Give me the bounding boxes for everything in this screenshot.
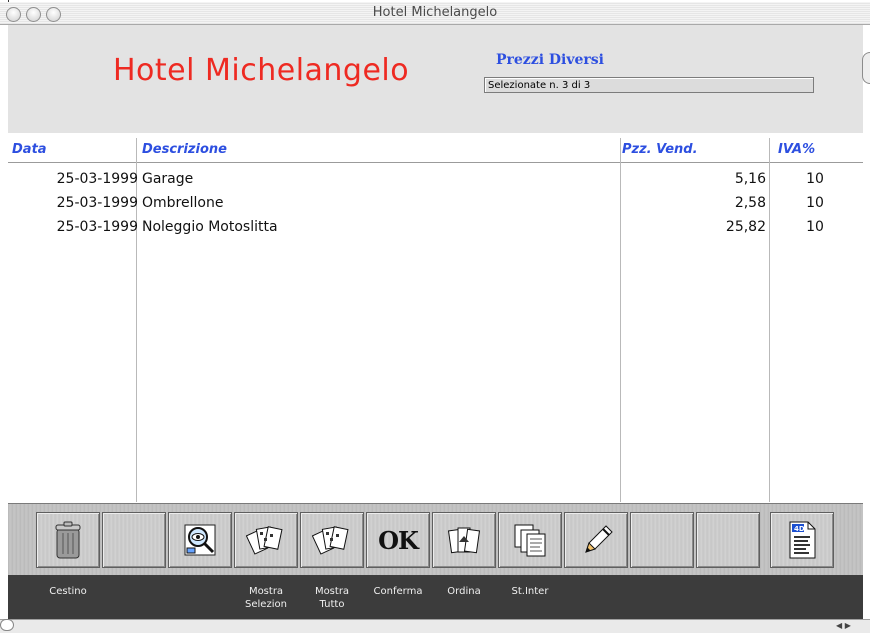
scroll-right-icon[interactable]: ▶ xyxy=(845,621,851,630)
show-selection-button[interactable] xyxy=(168,512,232,568)
label-mostra-tutto: Mostra Tutto xyxy=(300,585,364,611)
cell-prezzo: 25,82 xyxy=(725,219,766,235)
cell-iva: 10 xyxy=(806,219,824,235)
cards-stack-icon xyxy=(312,526,349,555)
show-all-button[interactable] xyxy=(300,512,364,568)
cell-data: 25-03-1999 xyxy=(56,219,138,235)
show-all-selection-button[interactable] xyxy=(234,512,298,568)
label-cestino: Cestino xyxy=(49,586,87,597)
sort-button[interactable] xyxy=(432,512,496,568)
print-pages-icon xyxy=(514,524,546,557)
side-tab-handle[interactable] xyxy=(862,52,870,84)
column-header-data[interactable]: Data xyxy=(12,142,47,157)
search-eye-icon xyxy=(184,524,216,556)
form-header: Hotel Michelangelo Prezzi Diversi Selezi… xyxy=(8,25,863,133)
edit-button[interactable] xyxy=(564,512,628,568)
trash-icon xyxy=(55,521,81,559)
empty-toolbar-slot xyxy=(102,512,166,568)
cell-prezzo: 2,58 xyxy=(734,195,766,211)
scroll-arrows[interactable]: ◀ ▶ xyxy=(836,621,866,631)
table-row[interactable]: 25-03-1999 Noleggio Motoslitta 25,82 10 xyxy=(8,219,863,241)
svg-text:4D: 4D xyxy=(794,525,805,533)
label-mostra-selezion: Mostra Selezion xyxy=(234,585,298,611)
cards-stack-icon xyxy=(246,526,283,555)
window-title-bar[interactable]: Hotel Michelangelo xyxy=(0,2,870,25)
document-button[interactable]: 4D xyxy=(770,512,834,568)
label-ordina: Ordina xyxy=(447,586,481,597)
print-button[interactable] xyxy=(498,512,562,568)
sort-icon xyxy=(447,527,481,554)
cell-descrizione: Garage xyxy=(142,171,194,187)
cell-iva: 10 xyxy=(806,171,824,187)
confirm-button[interactable]: OK xyxy=(366,512,430,568)
column-header-prezzo[interactable]: Pzz. Vend. xyxy=(622,142,698,157)
table-row[interactable]: 25-03-1999 Ombrellone 2,58 10 xyxy=(8,195,863,217)
label-st-inter: St.Inter xyxy=(511,586,549,597)
cell-iva: 10 xyxy=(806,195,824,211)
trash-button[interactable] xyxy=(36,512,100,568)
label-line: Selezion xyxy=(245,599,287,610)
column-header-descrizione[interactable]: Descrizione xyxy=(142,142,227,157)
label-line: Tutto xyxy=(319,599,345,610)
cell-descrizione: Noleggio Motoslitta xyxy=(142,219,278,235)
label-conferma: Conferma xyxy=(373,586,423,597)
ok-icon: OK xyxy=(378,525,419,555)
label-line: Mostra xyxy=(248,586,284,597)
cell-data: 25-03-1999 xyxy=(56,195,138,211)
window-title: Hotel Michelangelo xyxy=(372,5,498,20)
toolbar: OK 4D xyxy=(8,503,863,576)
column-header-iva[interactable]: IVA% xyxy=(778,142,815,157)
label-line: Mostra xyxy=(314,586,350,597)
hotel-name-heading: Hotel Michelangelo xyxy=(113,53,410,88)
selection-status-field: Selezionate n. 3 di 3 xyxy=(484,77,814,93)
horizontal-scrollbar[interactable] xyxy=(0,619,14,631)
empty-toolbar-slot xyxy=(696,512,760,568)
empty-toolbar-slot xyxy=(630,512,694,568)
window-bottom-bar xyxy=(0,619,870,633)
form-subtitle: Prezzi Diversi xyxy=(496,52,604,68)
table-row[interactable]: 25-03-1999 Garage 5,16 10 xyxy=(8,171,863,193)
scroll-left-icon[interactable]: ◀ xyxy=(836,621,842,630)
pencil-icon xyxy=(585,525,613,553)
document-4d-icon: 4D xyxy=(789,521,816,559)
toolbar-labels: Cestino Mostra Selezion Mostra Tutto Con… xyxy=(8,575,863,619)
cell-data: 25-03-1999 xyxy=(56,171,138,187)
cell-prezzo: 5,16 xyxy=(734,171,766,187)
cell-descrizione: Ombrellone xyxy=(142,195,224,211)
